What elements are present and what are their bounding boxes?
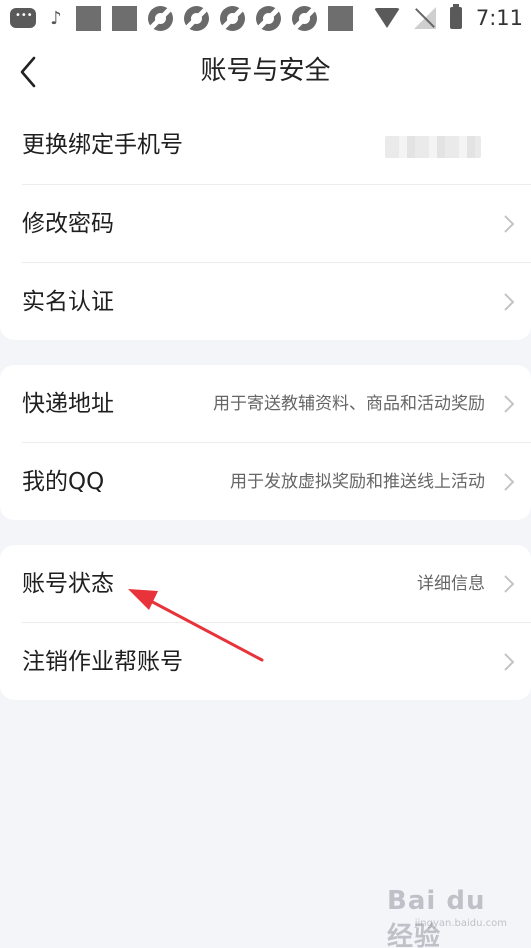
watermark-text: Bai du 经验 — [387, 886, 486, 948]
status-bar-left-icons: ♪ — [10, 5, 364, 31]
message-bubble-icon — [10, 8, 36, 28]
row-label: 实名认证 — [22, 289, 114, 315]
row-desc: 详细信息 — [417, 574, 485, 594]
row-delete-account[interactable]: 注销作业帮账号 — [0, 623, 531, 701]
spinner-icon — [220, 5, 245, 31]
settings-group-contact: 快递地址 用于寄送教辅资料、商品和活动奖励 我的QQ 用于发放虚拟奖励和推送线上… — [0, 365, 531, 520]
row-label: 快递地址 — [22, 391, 114, 417]
app-square-icon — [112, 5, 137, 31]
row-desc: 用于寄送教辅资料、商品和活动奖励 — [213, 394, 485, 414]
spinner-icon — [256, 5, 281, 31]
chevron-right-icon — [504, 293, 515, 311]
battery-icon — [449, 4, 462, 29]
watermark-sub: jingyan.baidu.com — [414, 918, 507, 929]
row-label: 我的QQ — [22, 469, 105, 495]
settings-group-status: 账号状态 详细信息 注销作业帮账号 — [0, 545, 531, 700]
row-real-name-auth[interactable]: 实名认证 — [0, 263, 531, 341]
row-label: 注销作业帮账号 — [22, 649, 183, 675]
chevron-right-icon — [504, 575, 515, 593]
row-label: 修改密码 — [22, 211, 114, 237]
row-label: 更换绑定手机号 — [22, 132, 183, 158]
settings-group-account: 更换绑定手机号 修改密码 实名认证 — [0, 92, 531, 340]
row-my-qq[interactable]: 我的QQ 用于发放虚拟奖励和推送线上活动 — [0, 443, 531, 521]
row-account-status[interactable]: 账号状态 详细信息 — [0, 545, 531, 623]
no-signal-icon — [413, 7, 436, 29]
status-bar-right-icons: 7:11 — [360, 4, 523, 31]
baidu-watermark: Bai du 经验 jingyan.baidu.com — [387, 886, 517, 948]
app-square-icon — [76, 5, 101, 31]
row-change-password[interactable]: 修改密码 — [0, 185, 531, 263]
chevron-right-icon — [504, 653, 515, 671]
row-desc: 用于发放虚拟奖励和推送线上活动 — [230, 472, 485, 492]
app-square-icon — [328, 5, 353, 31]
chevron-right-icon — [504, 395, 515, 413]
chevron-right-icon — [504, 473, 515, 491]
row-delivery-address[interactable]: 快递地址 用于寄送教辅资料、商品和活动奖励 — [0, 365, 531, 443]
chevron-right-icon — [504, 215, 515, 233]
blurred-phone-value — [385, 136, 481, 158]
tiktok-icon: ♪ — [50, 7, 62, 29]
spinner-icon — [292, 5, 317, 31]
spinner-icon — [184, 5, 209, 31]
row-label: 账号状态 — [22, 571, 114, 597]
row-change-phone[interactable]: 更换绑定手机号 — [0, 106, 531, 184]
spinner-icon — [148, 5, 173, 31]
wifi-icon — [373, 8, 400, 28]
status-bar: ♪ 7:11 — [0, 0, 531, 36]
status-time: 7:11 — [475, 6, 523, 30]
